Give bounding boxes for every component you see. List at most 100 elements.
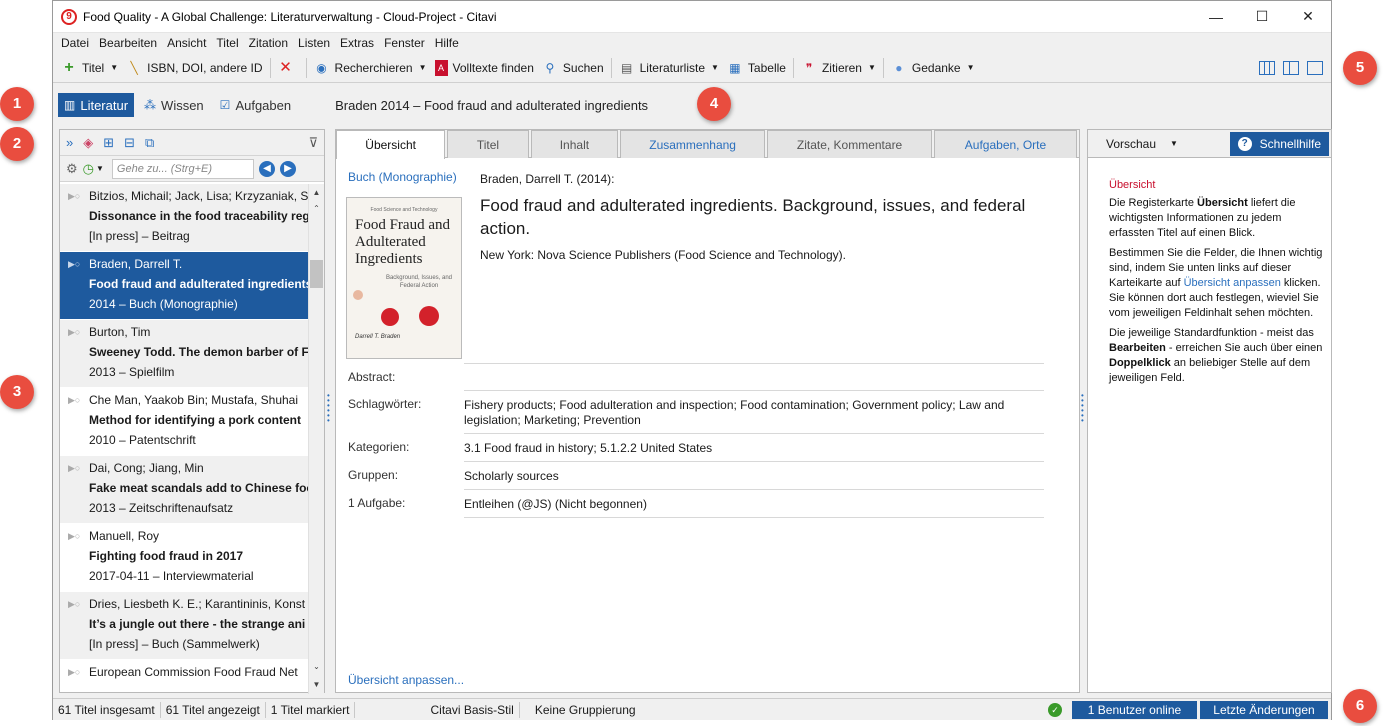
layout-two-pane-icon[interactable] <box>1283 60 1299 75</box>
item-type: [In press] – Buch (Sammelwerk) <box>89 637 260 651</box>
volltexte-button[interactable]: A Volltexte finden <box>431 56 538 80</box>
scroll-down-icon[interactable]: ⌄ <box>309 660 324 674</box>
list-scrollbar[interactable]: ▲ ⌃ ⌄ ▼ <box>308 184 324 694</box>
list-item[interactable]: ▶○ Dai, Cong; Jiang, Min Fake meat scandal… <box>60 456 308 524</box>
chevron-down-icon: ▼ <box>867 63 876 72</box>
left-splitter-handle[interactable]: • • • • • • <box>327 392 331 425</box>
nav-literatur-button[interactable]: ▥ Literatur <box>58 93 135 117</box>
selection-filter-icon[interactable]: ⊟ <box>124 135 135 151</box>
sort-icon[interactable]: ◈ <box>83 135 93 151</box>
menu-fenster[interactable]: Fenster <box>379 36 430 50</box>
nav-wissen-button[interactable]: ⁂ Wissen <box>138 93 210 117</box>
help-customize-link[interactable]: Übersicht anpassen <box>1184 277 1281 289</box>
layout-three-pane-icon[interactable] <box>1259 60 1275 75</box>
tab-inhalt[interactable]: Inhalt <box>530 130 619 158</box>
list-item[interactable]: ▶○ Manuell, Roy Fighting food fraud in 201… <box>60 524 308 592</box>
help-paragraph: Bestimmen Sie die Felder, die Ihnen wich… <box>1109 246 1329 321</box>
menu-ansicht[interactable]: Ansicht <box>162 36 211 50</box>
field-value[interactable]: Entleihen (@JS) (Nicht begonnen) <box>464 489 1044 518</box>
isbn-button[interactable]: ╲ ISBN, DOI, andere ID <box>122 56 266 80</box>
menu-zitation[interactable]: Zitation <box>244 36 293 50</box>
tab-zusammenhang[interactable]: Zusammenhang <box>620 130 766 158</box>
window-title: Food Quality - A Global Challenge: Liter… <box>83 9 497 24</box>
field-value[interactable]: 3.1 Food fraud in history; 5.1.2.2 Unite… <box>464 433 1044 461</box>
scrollbar-thumb[interactable] <box>310 260 323 288</box>
list-item[interactable]: ▶○ European Commission Food Fraud Net <box>60 660 308 694</box>
quick-help-button[interactable]: ? Schnellhilfe <box>1229 131 1329 156</box>
menu-extras[interactable]: Extras <box>335 36 379 50</box>
list-item[interactable]: ▶○ Che Man, Yaakob Bin; Mustafa, Shuhai Me… <box>60 388 308 456</box>
scroll-bottom-icon[interactable]: ▼ <box>309 678 324 692</box>
delete-button[interactable]: ✕ <box>274 56 303 80</box>
layout-single-pane-icon[interactable] <box>1307 60 1323 75</box>
add-title-button[interactable]: + Titel ▼ <box>57 56 122 80</box>
flag-icon: ▶○ <box>68 395 81 405</box>
literaturliste-label: Literaturliste <box>639 60 705 75</box>
menu-datei[interactable]: Datei <box>56 36 94 50</box>
close-button[interactable]: ✕ <box>1285 1 1331 33</box>
list-item[interactable]: ▶○ Burton, Tim Sweeney Todd. The demon bar… <box>60 320 308 388</box>
help-text: - erreichen Sie auch über einen <box>1165 342 1323 354</box>
item-title: Food fraud and adulterated ingredients <box>89 277 308 291</box>
tab-uebersicht[interactable]: Übersicht <box>336 130 446 159</box>
field-schlagwoerter[interactable]: Schlagwörter: Fishery products; Food adul… <box>336 390 1081 433</box>
field-gruppen[interactable]: Gruppen: Scholarly sources <box>336 461 1081 489</box>
forward-arrow-icon[interactable]: ▶ <box>279 160 296 177</box>
filter-funnel-icon[interactable]: ⊽ <box>308 135 318 151</box>
menu-listen[interactable]: Listen <box>293 36 335 50</box>
status-citation-style[interactable]: Citavi Basis-Stil <box>425 703 518 717</box>
zitieren-button[interactable]: ❞ Zitieren ▼ <box>797 56 880 80</box>
expand-double-chevron-icon[interactable]: » <box>66 135 73 150</box>
nav-aufgaben-button[interactable]: ☑ Aufgaben <box>214 93 297 117</box>
help-paragraph: Die Registerkarte Übersicht liefert die … <box>1109 196 1329 241</box>
right-splitter-handle[interactable]: • • • • • • <box>1081 392 1085 425</box>
chevron-down-icon[interactable]: ▼ <box>1170 139 1178 148</box>
menu-bar: Datei Bearbeiten Ansicht Titel Zitation … <box>53 33 1331 53</box>
callout-badge: 1 <box>0 87 34 121</box>
chevron-down-icon[interactable]: ▼ <box>96 164 104 173</box>
maximize-button[interactable]: ☐ <box>1239 1 1285 33</box>
list-item[interactable]: ▶○ Bitzios, Michail; Jack, Lisa; Krzyzani… <box>60 184 308 252</box>
scroll-top-icon[interactable]: ▲ <box>309 186 324 200</box>
settings-gear-icon[interactable]: ⚙ <box>66 161 78 177</box>
users-online-button[interactable]: 1 Benutzer online <box>1072 700 1197 719</box>
menu-hilfe[interactable]: Hilfe <box>430 36 464 50</box>
recherchieren-button[interactable]: ◉ Recherchieren ▼ <box>310 56 431 80</box>
gedanke-button[interactable]: ● Gedanke ▼ <box>887 56 979 80</box>
reference-type-link[interactable]: Buch (Monographie) <box>348 170 457 184</box>
back-arrow-icon[interactable]: ◀ <box>258 160 275 177</box>
chevron-down-icon: ▼ <box>711 63 719 72</box>
status-bar: 61 Titel insgesamt 61 Titel angezeigt 1 … <box>53 698 1331 720</box>
list-item[interactable]: ▶○ Braden, Darrell T. Food fraud and adult… <box>60 252 308 320</box>
field-label: Schlagwörter: <box>348 397 422 411</box>
field-aufgabe[interactable]: 1 Aufgabe: Entleihen (@JS) (Nicht begonne… <box>336 489 1081 518</box>
compare-icon[interactable]: ⧉ <box>145 135 154 151</box>
menu-bearbeiten[interactable]: Bearbeiten <box>94 36 162 50</box>
goto-search-input[interactable]: Gehe zu... (Strg+E) <box>111 158 254 179</box>
item-type: 2013 – Zeitschriftenaufsatz <box>89 501 234 515</box>
book-cover-image[interactable]: Food Science and Technology Food Fraud a… <box>346 197 462 359</box>
tabelle-button[interactable]: ▦ Tabelle <box>723 56 790 80</box>
list-item[interactable]: ▶○ Dries, Liesbeth K. E.; Karantininis, K… <box>60 592 308 660</box>
field-value[interactable] <box>464 363 1044 390</box>
tab-titel[interactable]: Titel <box>447 130 529 158</box>
field-value[interactable]: Scholarly sources <box>464 461 1044 489</box>
minimize-button[interactable]: — <box>1193 1 1239 33</box>
toolbar-separator <box>610 57 612 78</box>
field-abstract[interactable]: Abstract: <box>336 363 1081 390</box>
history-icon[interactable]: ◷ <box>83 161 94 177</box>
preview-dropdown[interactable]: Vorschau <box>1106 137 1156 151</box>
status-grouping[interactable]: Keine Gruppierung <box>530 703 641 717</box>
recent-changes-button[interactable]: Letzte Änderungen <box>1200 700 1328 719</box>
customize-overview-link[interactable]: Übersicht anpassen... <box>348 673 464 687</box>
help-text: Die jeweilige Standardfunktion - meist d… <box>1109 327 1314 339</box>
suchen-button[interactable]: ⚲ Suchen <box>538 56 608 80</box>
field-value[interactable]: Fishery products; Food adulteration and … <box>464 390 1044 433</box>
literaturliste-button[interactable]: ▤ Literaturliste ▼ <box>615 56 723 80</box>
scroll-up-icon[interactable]: ⌃ <box>309 202 324 216</box>
tab-aufgaben-orte[interactable]: Aufgaben, Orte <box>933 130 1077 158</box>
tab-zitate-kommentare[interactable]: Zitate, Kommentare <box>767 130 932 158</box>
select-icon[interactable]: ⊞ <box>103 135 114 151</box>
field-kategorien[interactable]: Kategorien: 3.1 Food fraud in history; 5.… <box>336 433 1081 461</box>
menu-titel[interactable]: Titel <box>211 36 243 50</box>
